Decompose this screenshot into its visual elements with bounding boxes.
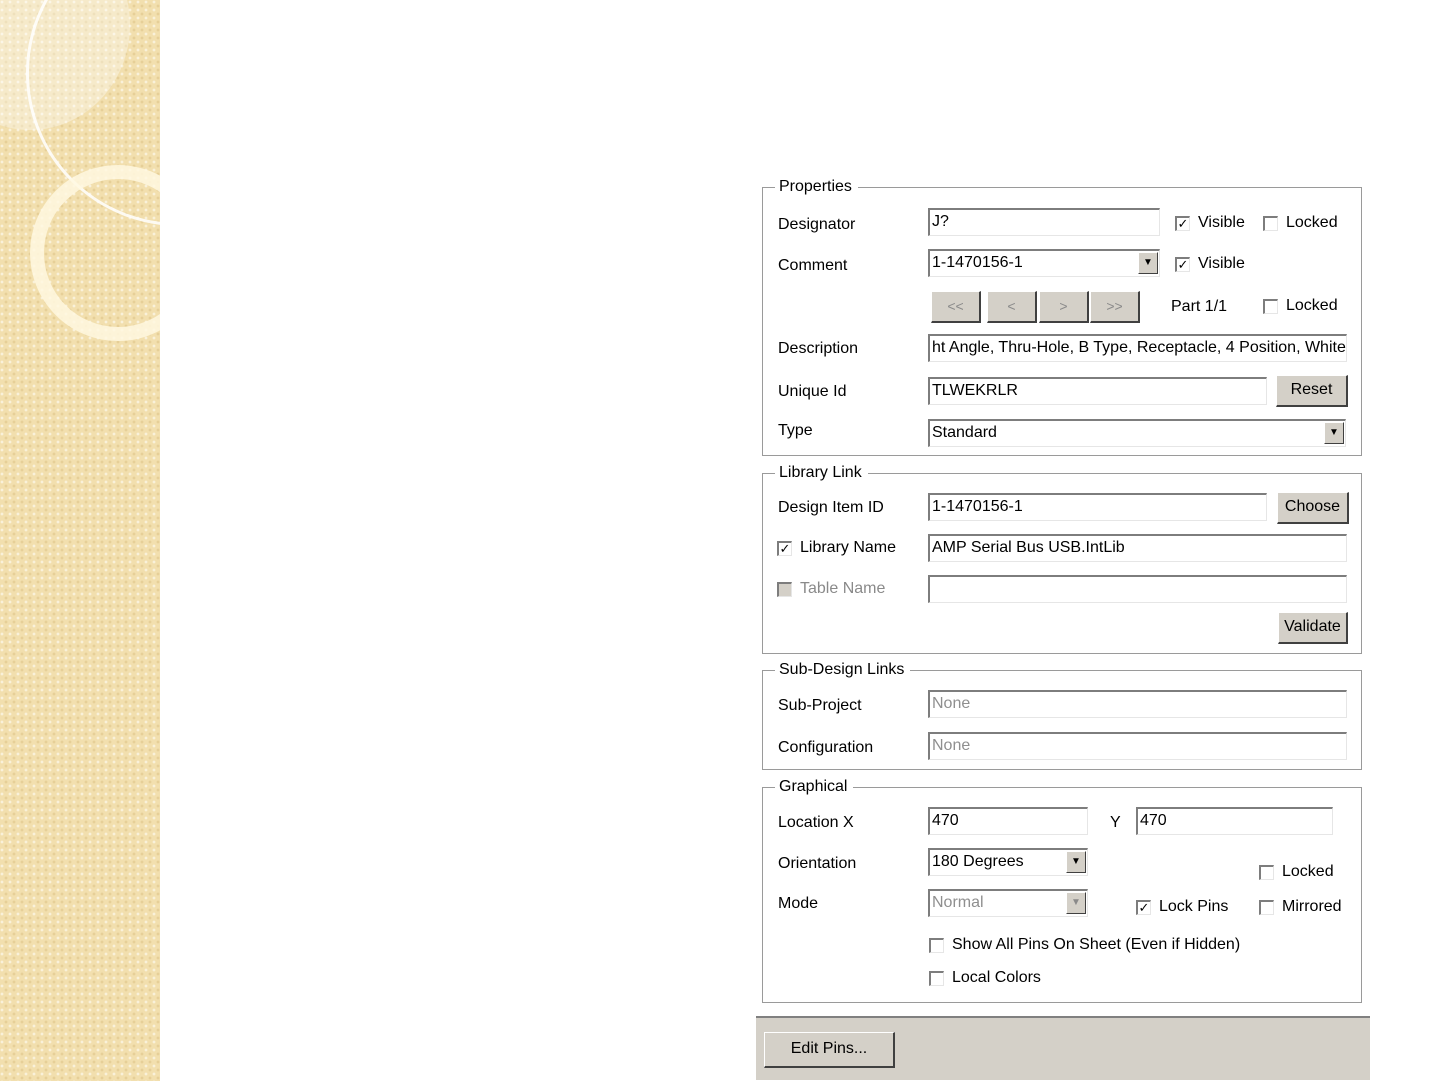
library-link-group-title: Library Link [775,463,868,483]
checkbox-label: Lock Pins [1159,898,1229,915]
prev-part-button[interactable]: < [987,291,1037,323]
sub-project-label: Sub-Project [778,697,862,714]
checkbox-box [1263,298,1278,314]
checkbox-label: Library Name [800,539,897,556]
checkbox-box [1263,215,1278,231]
mirrored-checkbox[interactable]: Mirrored [1259,897,1342,917]
orientation-value: 180 Degrees [932,853,1024,870]
edit-pins-button[interactable]: Edit Pins... [764,1032,895,1068]
local-colors-checkbox[interactable]: Local Colors [929,968,1041,988]
part-indicator: Part 1/1 [1171,298,1228,315]
properties-group-title: Properties [775,177,858,197]
mode-combo: Normal ▼ [928,889,1088,917]
checkbox-box: ✓ [1175,256,1190,272]
sub-design-links-group: Sub-Design Links Sub-Project None Config… [762,660,1362,770]
checkbox-box [929,970,944,986]
mode-label: Mode [778,895,819,912]
show-all-pins-checkbox[interactable]: Show All Pins On Sheet (Even if Hidden) [929,935,1240,955]
comment-visible-checkbox[interactable]: ✓ Visible [1175,254,1245,274]
type-label: Type [778,422,813,439]
designator-visible-checkbox[interactable]: ✓ Visible [1175,213,1245,233]
comment-label: Comment [778,257,848,274]
sub-project-input: None [928,690,1347,718]
graphical-locked-checkbox[interactable]: Locked [1259,862,1334,882]
next-part-button[interactable]: > [1039,291,1089,323]
graphical-group-title: Graphical [775,777,854,797]
location-y-input[interactable]: 470 [1136,807,1333,835]
unique-id-input[interactable]: TLWEKRLR [928,377,1267,405]
chevron-down-icon[interactable]: ▼ [1066,851,1086,873]
checkbox-label: Mirrored [1282,898,1342,915]
checkbox-box: ✓ [1175,215,1190,231]
location-x-label: Location X [778,814,854,831]
configuration-input: None [928,732,1347,760]
checkbox-label: Table Name [800,580,886,597]
mode-value: Normal [932,894,984,911]
sub-design-links-group-title: Sub-Design Links [775,660,911,680]
choose-button[interactable]: Choose [1277,492,1349,524]
part-locked-checkbox[interactable]: Locked [1263,296,1338,316]
location-x-input[interactable]: 470 [928,807,1088,835]
validate-button[interactable]: Validate [1278,612,1348,644]
designator-label: Designator [778,216,856,233]
first-part-button[interactable]: << [931,291,981,323]
properties-group: Properties Designator J? ✓ Visible Locke… [762,177,1362,456]
unique-id-label: Unique Id [778,383,847,400]
checkbox-label: Visible [1198,255,1245,272]
checkbox-box [1259,864,1274,880]
checkbox-label: Locked [1282,863,1334,880]
checkbox-label: Locked [1286,297,1338,314]
component-properties-dialog: Properties Designator J? ✓ Visible Locke… [756,170,1370,1080]
chevron-down-icon[interactable]: ▼ [1324,422,1344,444]
checkbox-label: Visible [1198,214,1245,231]
reset-button[interactable]: Reset [1276,375,1348,407]
configuration-label: Configuration [778,739,874,756]
decorative-side-strip [0,0,160,1081]
checkbox-box: ✓ [1136,899,1151,915]
design-item-id-input[interactable]: 1-1470156-1 [928,493,1267,521]
type-combo[interactable]: Standard ▼ [928,419,1346,447]
description-input[interactable]: ht Angle, Thru-Hole, B Type, Receptacle,… [928,334,1347,362]
description-label: Description [778,340,859,357]
checkbox-box: ✓ [777,540,792,556]
table-name-input [928,575,1347,603]
designator-locked-checkbox[interactable]: Locked [1263,213,1338,233]
table-name-checkbox: Table Name [777,579,885,599]
checkbox-box [1259,899,1274,915]
comment-combo[interactable]: 1-1470156-1 ▼ [928,249,1160,277]
checkbox-label: Locked [1286,214,1338,231]
checkbox-box [777,581,792,597]
checkbox-box [929,937,944,953]
library-name-checkbox[interactable]: ✓ Library Name [777,538,896,558]
design-item-id-label: Design Item ID [778,499,884,516]
location-y-label: Y [1110,814,1121,831]
library-link-group: Library Link Design Item ID 1-1470156-1 … [762,463,1362,654]
comment-value: 1-1470156-1 [932,254,1023,271]
orientation-label: Orientation [778,855,857,872]
designator-input[interactable]: J? [928,208,1160,236]
graphical-group: Graphical Location X 470 Y 470 Orientati… [762,777,1362,1003]
chevron-down-icon: ▼ [1066,892,1086,914]
chevron-down-icon[interactable]: ▼ [1138,252,1158,274]
decorative-ring-small [30,165,160,341]
lock-pins-checkbox[interactable]: ✓ Lock Pins [1136,897,1228,917]
type-value: Standard [932,424,997,441]
library-name-input[interactable]: AMP Serial Bus USB.IntLib [928,534,1347,562]
checkbox-label: Show All Pins On Sheet (Even if Hidden) [952,936,1241,953]
last-part-button[interactable]: >> [1090,291,1140,323]
checkbox-label: Local Colors [952,969,1041,986]
dialog-button-bar: Edit Pins... [756,1016,1370,1080]
orientation-combo[interactable]: 180 Degrees ▼ [928,848,1088,876]
